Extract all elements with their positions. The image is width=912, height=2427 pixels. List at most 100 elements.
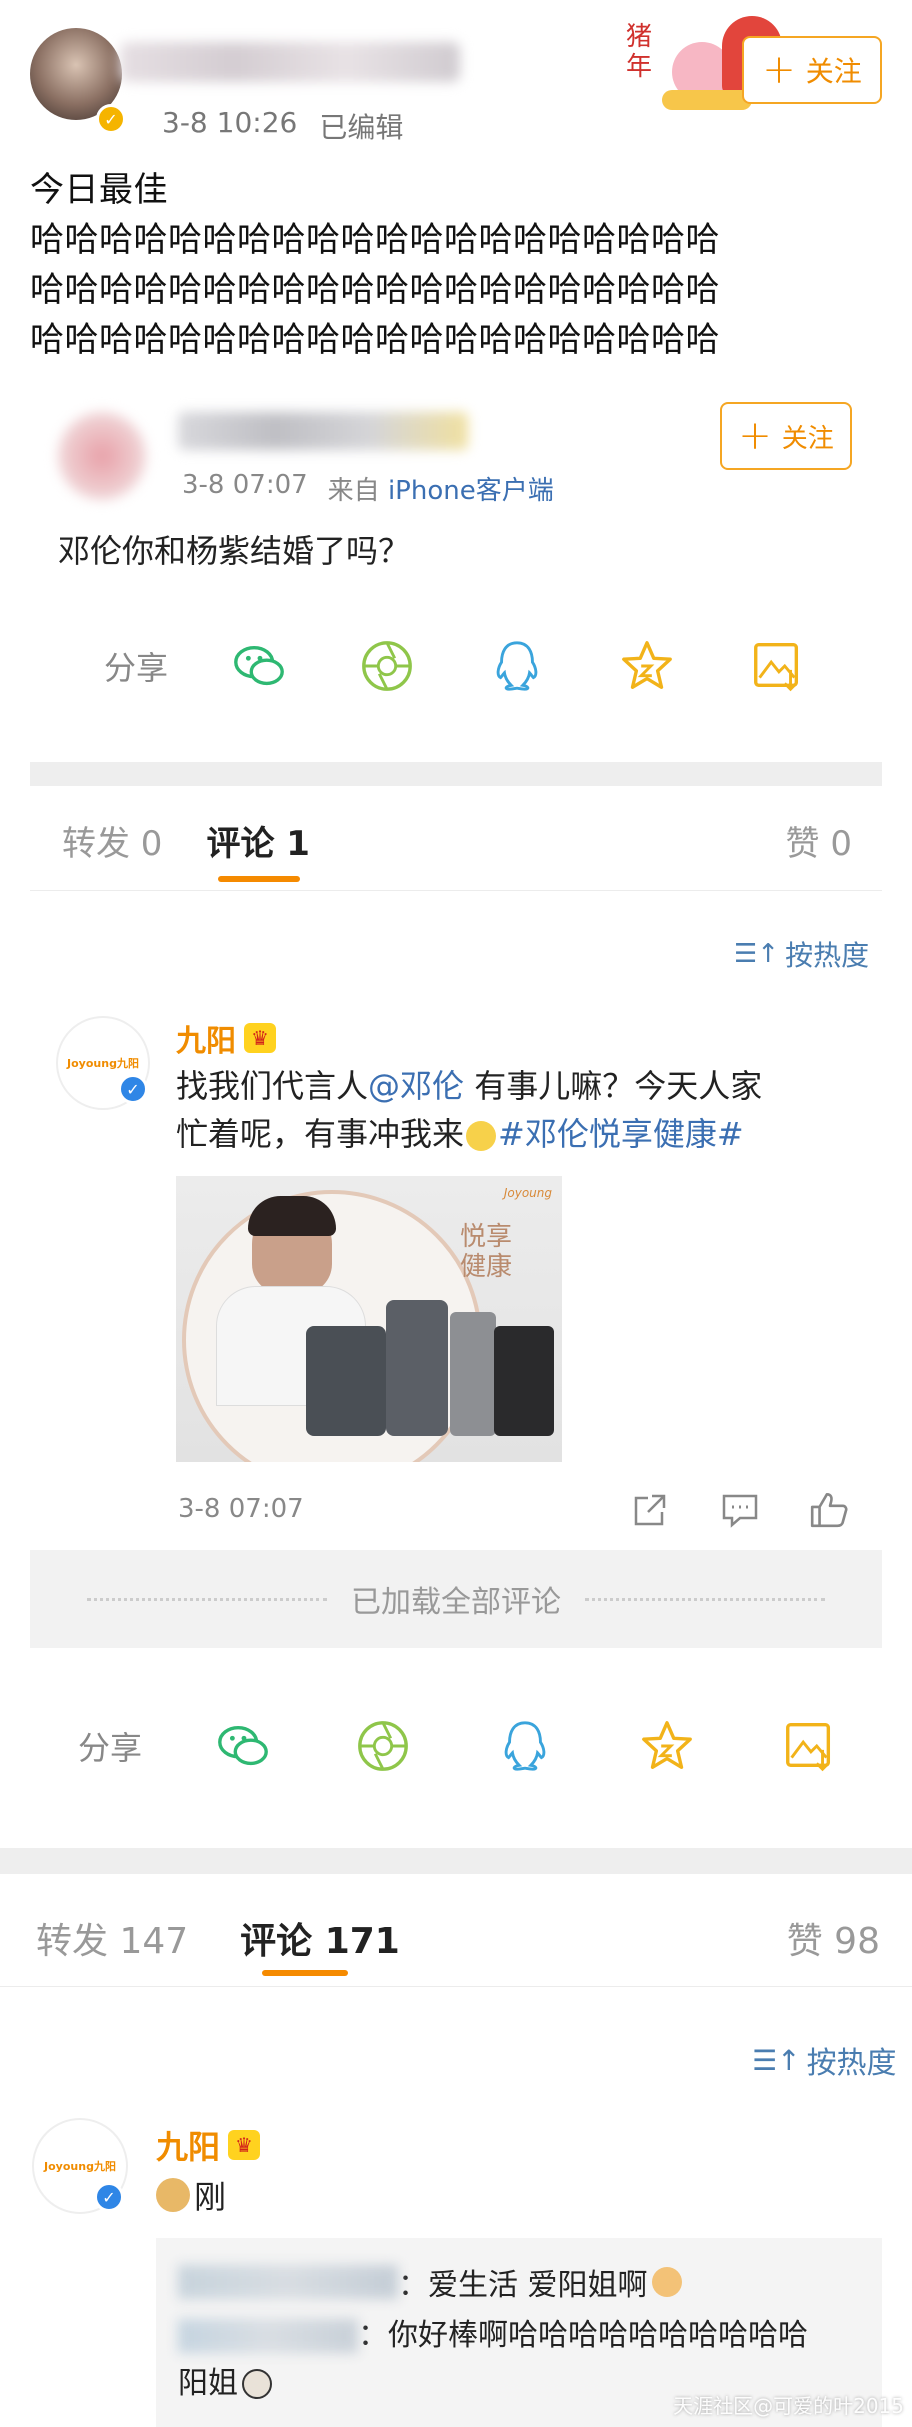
appliance-2 — [386, 1300, 448, 1436]
embedded-comment-line-1: 找我们代言人@邓伦 有事儿嘛？今天人家 — [176, 1062, 836, 1110]
appliance-4 — [494, 1326, 554, 1436]
edited-label: 已编辑 — [319, 111, 404, 144]
embedded-post-text: 邓伦你和杨紫结婚了吗？ — [58, 532, 411, 570]
embedded-tab-repost[interactable]: 转发 0 — [62, 816, 162, 865]
watermark: 天涯社区@可爱的叶2015 — [673, 2394, 904, 2418]
section-divider — [0, 1848, 912, 1874]
sort-icon: ☰↑ — [752, 2043, 801, 2077]
cow-emoji-icon — [242, 2369, 272, 2399]
post-meta: 3-8 10:26 已编辑 — [162, 106, 403, 146]
dotted-line-right — [585, 1597, 825, 1601]
post-line-1: 今日最佳 — [30, 170, 168, 210]
comment-body: 刚 — [156, 2172, 226, 2218]
comment-text: 刚 — [194, 2178, 227, 2216]
save-image-icon[interactable] — [748, 637, 806, 695]
plus-icon: + — [762, 47, 796, 93]
loaded-all-label: 已加载全部评论 — [351, 1585, 561, 1620]
post-body: 今日最佳 哈哈哈哈哈哈哈哈哈哈哈哈哈哈哈哈哈哈哈哈 哈哈哈哈哈哈哈哈哈哈哈哈哈哈… — [30, 165, 890, 365]
plus-icon: + — [738, 413, 772, 459]
share-row: 分享 — [78, 1715, 858, 1777]
qq-icon[interactable] — [496, 1717, 554, 1775]
comment-avatar-text: Joyoung九阳 — [44, 2160, 116, 2173]
embedded-timestamp: 3-8 07:07 — [182, 470, 308, 500]
reply-2-line1: ：你好棒啊哈哈哈哈哈哈哈哈哈哈 — [358, 2318, 808, 2353]
embedded-comment-text: 找我们代言人@邓伦 有事儿嘛？今天人家 忙着呢，有事冲我来 #邓伦悦享健康# — [176, 1062, 836, 1158]
embedded-tabs-border — [30, 890, 882, 891]
post-line-4: 哈哈哈哈哈哈哈哈哈哈哈哈哈哈哈哈哈哈哈哈 — [30, 320, 720, 360]
reply-2-line2: 阳姐 — [178, 2366, 238, 2401]
repost-icon[interactable] — [630, 1490, 670, 1530]
reply-1-text: ：爱生活 爱阳姐啊 — [398, 2268, 648, 2303]
like-icon[interactable] — [808, 1488, 850, 1530]
embedded-follow-button[interactable]: + 关注 — [720, 402, 852, 470]
tabs-border — [0, 1986, 912, 1987]
dotted-line-left — [87, 1597, 327, 1601]
comment-header: 九阳 ♛ — [156, 2122, 261, 2168]
post-line-2: 哈哈哈哈哈哈哈哈哈哈哈哈哈哈哈哈哈哈哈哈 — [30, 220, 720, 260]
appliance-1 — [306, 1326, 386, 1436]
embedded-tab-comments[interactable]: 评论 1 — [206, 816, 310, 865]
person-hair — [248, 1196, 336, 1236]
embedded-tab-likes[interactable]: 赞 0 — [786, 816, 852, 865]
embedded-section-divider — [30, 762, 882, 786]
image-brand: Joyoung — [503, 1186, 552, 1200]
sort-icon: ☰↑ — [734, 939, 780, 969]
comment-icon[interactable] — [720, 1490, 760, 1530]
embedded-share-label: 分享 — [104, 649, 169, 687]
hashtag-link[interactable]: #邓伦悦享健康# — [498, 1115, 744, 1153]
embedded-source-link[interactable]: iPhone客户端 — [388, 476, 554, 506]
cat-emoji-icon — [651, 2267, 682, 2297]
verified-badge-icon: ✓ — [96, 104, 126, 134]
product-image[interactable]: Joyoung 悦享健康 — [176, 1176, 562, 1462]
wechat-icon[interactable] — [214, 1717, 272, 1775]
post-timestamp: 3-8 10:26 — [162, 106, 298, 139]
embedded-comment-header: 九阳 ♛ — [176, 1016, 276, 1060]
appliance-3 — [450, 1312, 496, 1436]
embedded-comment-line-2: 忙着呢，有事冲我来 #邓伦悦享健康# — [176, 1110, 836, 1158]
image-title: 悦享健康 — [460, 1222, 513, 1282]
embedded-comment-line1-b: 有事儿嘛？今天人家 — [464, 1067, 763, 1105]
comment-name[interactable]: 九阳 — [156, 2122, 220, 2168]
reply-2-author-blurred — [178, 2319, 358, 2353]
main-sort[interactable]: ☰↑ 按热度 — [752, 2038, 897, 2082]
tab-underline — [262, 1970, 348, 1976]
save-image-icon[interactable] — [780, 1717, 838, 1775]
loaded-all-bar: 已加载全部评论 — [30, 1550, 882, 1648]
main-tabs: 转发 147 评论 171 赞 98 — [36, 1912, 880, 1964]
embedded-meta: 3-8 07:07 来自 iPhone客户端 — [182, 470, 554, 507]
wechat-icon[interactable] — [230, 637, 288, 695]
follow-label: 关注 — [805, 55, 862, 88]
moments-icon[interactable] — [354, 1717, 412, 1775]
embedded-author-avatar[interactable] — [58, 412, 146, 500]
embedded-sort-label: 按热度 — [785, 939, 870, 972]
qq-icon[interactable] — [488, 637, 546, 695]
embedded-comment-verified-icon: ✓ — [118, 1074, 148, 1104]
mention-link[interactable]: @邓伦 — [368, 1067, 464, 1105]
follow-button[interactable]: + 关注 — [742, 36, 882, 104]
moments-icon[interactable] — [358, 637, 416, 695]
emoji-icon — [466, 1121, 497, 1151]
tab-repost[interactable]: 转发 147 — [36, 1912, 188, 1964]
embedded-sort[interactable]: ☰↑ 按热度 — [734, 934, 869, 974]
embedded-follow-label: 关注 — [781, 423, 834, 454]
vip-crown-icon: ♛ — [244, 1023, 276, 1053]
embedded-tabs: 转发 0 评论 1 赞 0 — [62, 816, 852, 865]
tab-comments[interactable]: 评论 171 — [240, 1912, 400, 1964]
share-label: 分享 — [78, 1729, 143, 1767]
embedded-comment-line2-a: 忙着呢，有事冲我来 — [176, 1115, 465, 1153]
embedded-author-name-blurred — [178, 412, 468, 450]
embedded-avatar-text: Joyoung九阳 — [67, 1057, 139, 1070]
post-line-3: 哈哈哈哈哈哈哈哈哈哈哈哈哈哈哈哈哈哈哈哈 — [30, 270, 720, 310]
author-name-blurred — [120, 42, 460, 82]
embedded-comment-name[interactable]: 九阳 — [176, 1016, 236, 1060]
favorite-star-icon[interactable] — [638, 1717, 696, 1775]
favorite-star-icon[interactable] — [618, 637, 676, 695]
sticker-gold-icon — [662, 90, 752, 110]
doge-emoji-icon — [156, 2178, 190, 2212]
embedded-comment-timestamp: 3-8 07:07 — [178, 1494, 304, 1524]
main-sort-label: 按热度 — [806, 2046, 897, 2081]
vip-crown-icon: ♛ — [228, 2130, 261, 2160]
embedded-tab-underline — [218, 876, 300, 882]
tab-likes[interactable]: 赞 98 — [787, 1912, 880, 1964]
embedded-comment-line1-a: 找我们代言人 — [176, 1067, 369, 1105]
